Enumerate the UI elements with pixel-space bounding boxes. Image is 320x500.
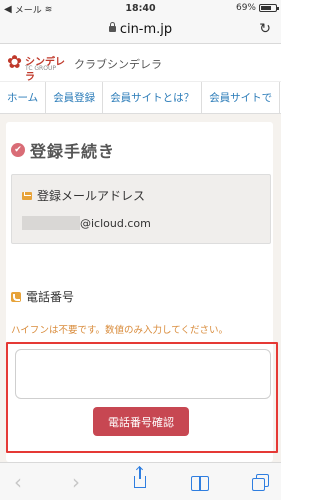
reload-icon[interactable]: ↻ [259, 21, 271, 37]
nav-item-about[interactable]: 会員サイトとは？ [103, 82, 203, 113]
lock-icon [108, 22, 116, 32]
email-section: 登録メールアドレス @icloud.com [11, 174, 271, 244]
battery-percent: 69% [235, 3, 256, 13]
back-icon[interactable]: ‹ [6, 470, 30, 494]
phone-icon [11, 291, 21, 302]
site-logo[interactable]: ✿ シンデレラ TC GROUP [7, 50, 69, 83]
nav-item-home[interactable]: ホーム [0, 82, 47, 113]
forward-icon[interactable]: › [64, 470, 88, 494]
email-domain: @icloud.com [80, 216, 151, 230]
nav-item-member-site[interactable]: 会員サイトで [202, 82, 281, 113]
main-content: ✔ 登録手続き 登録メールアドレス @icloud.com 電話番号 ハイフンは… [0, 114, 281, 462]
share-icon [134, 467, 146, 488]
url-text[interactable]: cin-m.jp [120, 22, 172, 37]
logo-subtext: TC GROUP [25, 65, 56, 72]
main-nav: ホーム 会員登録 会員サイトとは？ 会員サイトで [0, 82, 281, 114]
confirm-phone-button[interactable]: 電話番号確認 [93, 407, 189, 436]
email-label-row: 登録メールアドレス [22, 187, 145, 204]
email-redacted-mask [22, 216, 80, 230]
bookmarks-button[interactable] [188, 471, 212, 493]
bookmarks-icon [191, 475, 209, 491]
battery-icon [259, 4, 279, 12]
nav-item-register[interactable]: 会員登録 [46, 82, 104, 113]
url-bar[interactable]: cin-m.jp ↻ [0, 16, 281, 44]
battery-fill [261, 6, 271, 10]
mail-icon [22, 191, 32, 200]
status-right: 69% [235, 3, 279, 13]
email-value: @icloud.com [22, 216, 151, 230]
logo-mark-icon: ✿ [7, 52, 23, 73]
browser-toolbar: ‹ › [0, 462, 281, 500]
tabs-icon [252, 474, 269, 491]
share-button[interactable] [128, 467, 152, 493]
site-name: クラブシンデレラ [74, 58, 162, 71]
status-bar: ◀ メール ≋ 18:40 69% [0, 0, 281, 16]
registration-card: ✔ 登録手続き 登録メールアドレス @icloud.com 電話番号 ハイフンは… [6, 122, 278, 462]
phone-label: 電話番号 [26, 290, 75, 304]
phone-hint: ハイフンは不要です。数値のみ入力してください。 [11, 325, 228, 336]
url-display[interactable]: cin-m.jp [0, 22, 281, 37]
site-header: ✿ シンデレラ TC GROUP クラブシンデレラ [0, 44, 281, 83]
check-circle-icon: ✔ [11, 143, 25, 157]
page-title: 登録手続き [30, 142, 116, 161]
highlighted-input-area: 電話番号確認 [6, 342, 278, 453]
phone-input[interactable] [15, 349, 271, 399]
tabs-button[interactable] [248, 471, 272, 493]
email-label: 登録メールアドレス [37, 189, 146, 203]
heading-row: ✔ 登録手続き [11, 138, 115, 162]
phone-label-row: 電話番号 [11, 288, 74, 305]
